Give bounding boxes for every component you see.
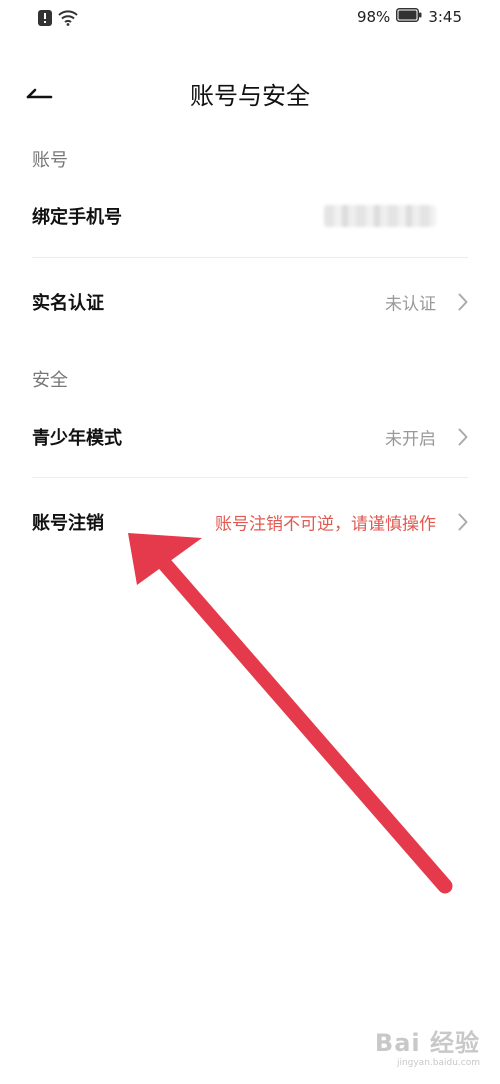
status-right: 98% 3:45 <box>357 8 462 26</box>
row-label-youth-mode: 青少年模式 <box>32 428 122 449</box>
watermark: Bai 经验 jingyan.baidu.com <box>375 1023 480 1068</box>
row-value-cancellation-warning: 账号注销不可逆，请谨慎操作 <box>215 514 436 535</box>
chevron-right-icon <box>458 428 468 446</box>
notification-alert-icon <box>38 10 52 30</box>
chevron-right-icon <box>458 513 468 531</box>
battery-icon <box>396 8 422 26</box>
chevron-right-icon <box>458 293 468 311</box>
row-youth-mode[interactable]: 青少年模式 未开启 <box>0 405 500 469</box>
divider <box>32 257 468 258</box>
battery-percent: 98% <box>356 8 391 26</box>
page-title: 账号与安全 <box>190 82 310 110</box>
row-bind-phone[interactable]: 绑定手机号 <box>0 184 500 248</box>
status-bar: 98% 3:45 <box>0 0 500 40</box>
row-value-youth-mode: 未开启 <box>385 429 436 450</box>
status-left <box>38 10 78 30</box>
section-label-security: 安全 <box>32 370 68 391</box>
row-value-real-name: 未认证 <box>385 294 436 315</box>
wifi-icon <box>58 10 78 30</box>
row-label-real-name: 实名认证 <box>32 293 104 314</box>
row-real-name-verification[interactable]: 实名认证 未认证 <box>0 270 500 334</box>
row-account-cancellation[interactable]: 账号注销 账号注销不可逆，请谨慎操作 <box>0 490 500 554</box>
phone-number-blurred <box>324 205 436 227</box>
section-label-account: 账号 <box>32 150 68 171</box>
row-label-account-cancellation: 账号注销 <box>32 513 104 534</box>
row-label-bind-phone: 绑定手机号 <box>32 207 122 228</box>
divider <box>32 477 468 478</box>
watermark-logo-text: Bai 经验 <box>374 1029 480 1057</box>
clock-time: 3:45 <box>428 8 462 26</box>
page-header: 账号与安全 <box>0 70 500 118</box>
watermark-url: jingyan.baidu.com <box>396 1058 480 1068</box>
